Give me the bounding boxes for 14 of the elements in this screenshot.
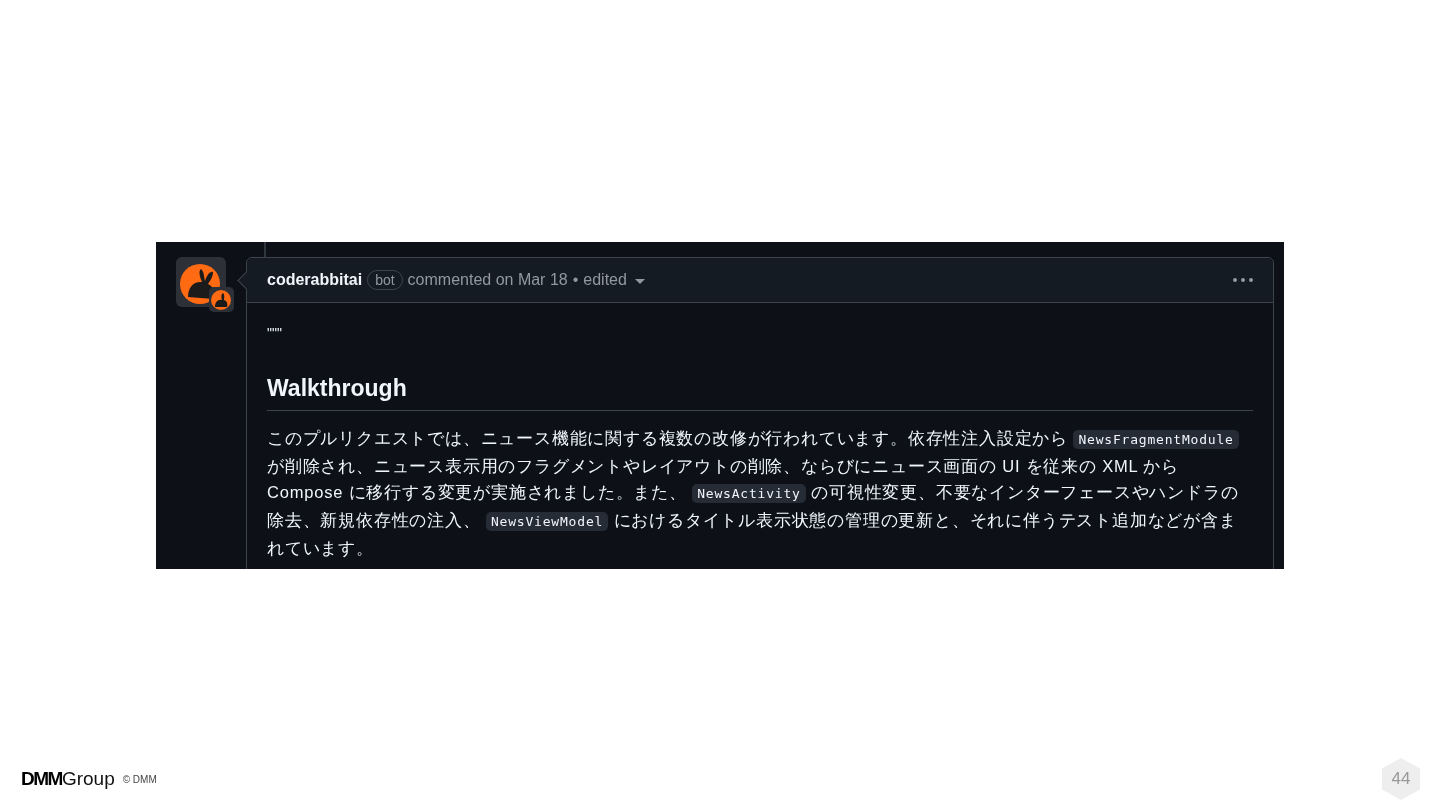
more-options-icon[interactable] bbox=[1233, 278, 1253, 282]
edited-dropdown[interactable]: edited bbox=[583, 271, 645, 289]
caret-icon bbox=[634, 278, 645, 285]
logo-text: DMM bbox=[21, 768, 62, 790]
page-number: 44 bbox=[1382, 758, 1420, 800]
separator: • bbox=[572, 271, 579, 289]
copyright: © DMM bbox=[122, 773, 157, 785]
rabbit-avatar-icon bbox=[176, 257, 234, 313]
quote-marks: """ bbox=[267, 325, 283, 341]
heading: Walkthrough bbox=[267, 375, 1253, 411]
logo-text: Group bbox=[61, 768, 115, 790]
author-name[interactable]: coderabbitai bbox=[267, 271, 363, 289]
comment-date[interactable]: commented on Mar 18 bbox=[407, 271, 568, 289]
summary-paragraph: このプルリクエストでは、ニュース機能に関する複数の改修が行われています。依存性注入設定から NewsFragmentModule が削除され、ニュース表示用のフラグメントやレイアウトの削除、ならびにニュース画面の UI を従来の XML から Compose に移行する変更が実施されました。また、 NewsActivity の可視性変更、不要なインターフェースやハンドラの除去、新規依存性の注入、 NewsViewModel におけるタイトル表示状態の管理の更新と、それに伴うテスト追加などが含まれています。 bbox=[267, 428, 1240, 559]
